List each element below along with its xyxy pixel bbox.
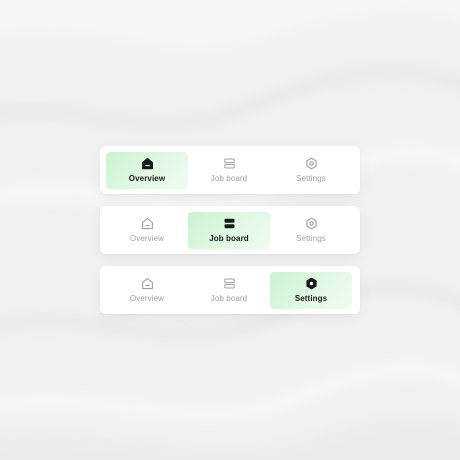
tab-label: Overview — [129, 234, 165, 243]
gear-icon — [305, 277, 317, 290]
tab-label: Job board — [210, 174, 248, 183]
stack-icon — [223, 278, 235, 289]
home-icon — [141, 277, 153, 290]
tab-overview[interactable]: Overview — [106, 212, 188, 249]
tab-job-board[interactable]: Job board — [188, 211, 270, 249]
gear-icon — [305, 157, 317, 170]
stack-icon — [224, 218, 234, 229]
tab-label: Settings — [296, 234, 326, 243]
tab-settings[interactable]: Settings — [270, 152, 352, 189]
tab-job-board[interactable]: Job board — [188, 272, 270, 309]
tab-label: Settings — [296, 174, 326, 183]
tab-label: Job board — [209, 234, 249, 243]
home-icon — [141, 157, 153, 170]
tab-bar-stack: Overview Job board Settings Overview Job boa… — [100, 146, 360, 326]
tab-label: Settings — [294, 294, 328, 303]
tab-bar-settings-selected: Overview Job board Settings — [100, 266, 360, 314]
tab-label: Job board — [210, 294, 248, 303]
tab-bar-job-board-selected: Overview Job board Settings — [100, 206, 360, 254]
tab-bar-overview-selected: Overview Job board Settings — [100, 146, 360, 194]
tab-overview[interactable]: Overview — [106, 151, 188, 189]
gear-icon — [305, 217, 317, 230]
tab-label: Overview — [128, 174, 166, 183]
tab-label: Overview — [129, 294, 165, 303]
home-icon — [141, 217, 153, 230]
tab-overview[interactable]: Overview — [106, 272, 188, 309]
tab-job-board[interactable]: Job board — [188, 152, 270, 189]
tab-settings[interactable]: Settings — [270, 212, 352, 249]
stack-icon — [223, 158, 235, 169]
tab-settings[interactable]: Settings — [270, 271, 352, 309]
